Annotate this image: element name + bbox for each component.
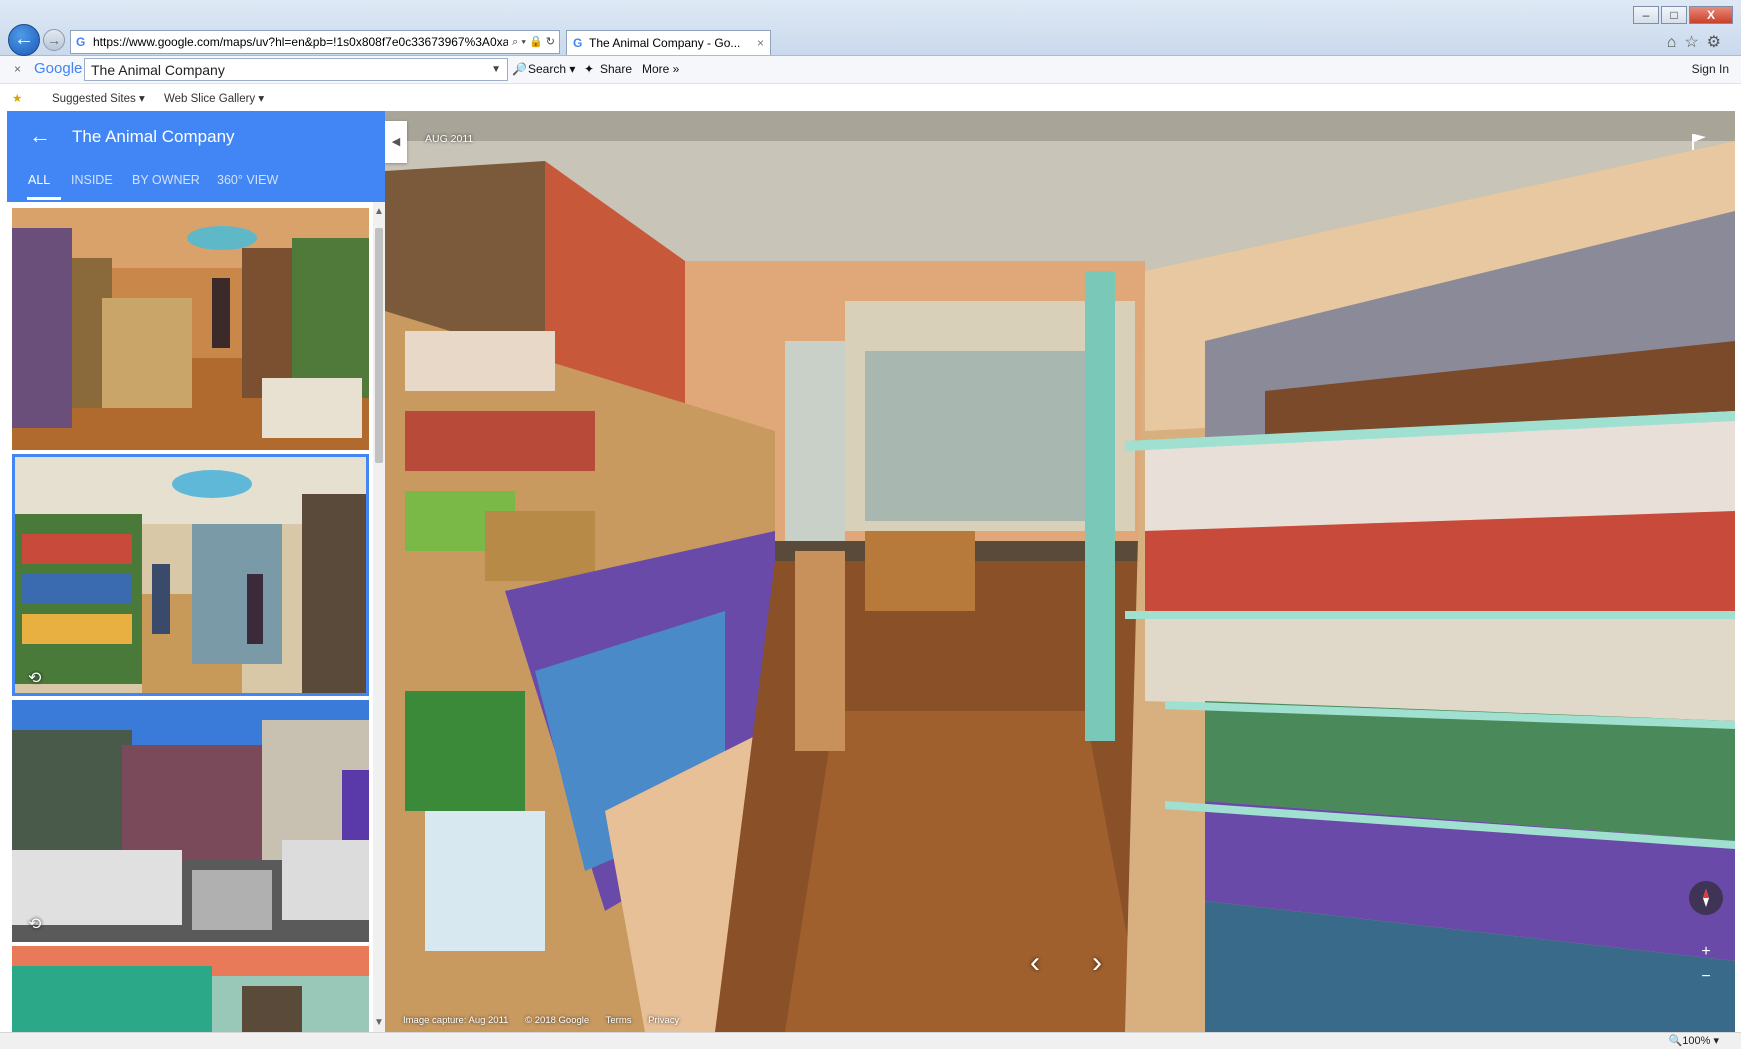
active-tab-indicator	[27, 197, 61, 200]
pet-store-interior-image	[385, 111, 1735, 1032]
toolbar-share-button[interactable]: Share	[600, 62, 632, 76]
compass-needle-icon	[1703, 889, 1709, 907]
gallery-scrollbar[interactable]: ▲ ▼	[373, 202, 385, 1032]
previous-photo-arrow[interactable]: ‹	[1015, 941, 1055, 985]
scroll-down-icon[interactable]: ▼	[373, 1017, 385, 1028]
window-controls: – □ X	[1631, 6, 1733, 24]
browser-right-icons: ⌂☆⚙	[1667, 32, 1729, 52]
photo-thumbnail-selected[interactable]: ⟲	[12, 454, 369, 696]
360-pano-icon: ⟲	[28, 670, 42, 687]
photo-thumbnail[interactable]	[12, 208, 369, 450]
privacy-link[interactable]: Privacy	[648, 1015, 679, 1026]
minimize-button[interactable]: –	[1633, 6, 1659, 24]
photo-thumbnail[interactable]: ⟲	[12, 700, 369, 942]
favorites-bar: ★ Suggested Sites ▾ Web Slice Gallery ▾	[0, 84, 1741, 111]
collapse-panel-button[interactable]: ◀	[385, 121, 407, 163]
google-favicon-icon: G	[573, 36, 583, 50]
google-favicon-icon: G	[76, 35, 86, 49]
address-bar-icons[interactable]: ⌕ ▾ 🔒 ↻	[508, 31, 555, 53]
store-sign-photo	[12, 946, 369, 1032]
suggested-sites-link[interactable]: Suggested Sites ▾	[52, 91, 145, 105]
title-bar: – □ X ← → G https://www.google.com/maps/…	[0, 0, 1741, 56]
favorites-star-icon[interactable]: ★	[12, 91, 22, 105]
search-icon: 🔎	[512, 62, 527, 76]
street-view-panorama[interactable]: ◀ AUG 2011 ‹ › + − Image capture: Aug 20…	[385, 111, 1735, 1032]
address-url: https://www.google.com/maps/uv?hl=en&pb=…	[93, 35, 546, 49]
tab-360-view[interactable]: 360° VIEW	[217, 173, 278, 187]
favorites-star-icon[interactable]: ☆	[1684, 34, 1706, 51]
scrollbar-thumb[interactable]	[375, 228, 383, 463]
copyright-text: © 2018 Google	[525, 1015, 590, 1026]
share-icon: ✦	[584, 62, 595, 76]
tab-close-icon[interactable]: ×	[757, 31, 764, 55]
scroll-up-icon[interactable]: ▲	[373, 206, 385, 217]
toolbar-query-text: The Animal Company	[91, 62, 225, 78]
toolbar-search-button[interactable]: Search ▾	[528, 62, 575, 76]
back-arrow-icon[interactable]: ←	[29, 123, 51, 149]
zoom-in-button[interactable]: +	[1697, 943, 1715, 961]
maximize-button[interactable]: □	[1661, 6, 1687, 24]
photo-gallery: ⟲ ⟲ ▲ ▼	[7, 202, 385, 1032]
address-bar[interactable]: G https://www.google.com/maps/uv?hl=en&p…	[70, 30, 560, 54]
photo-navigation: ‹ ›	[1005, 941, 1125, 985]
browser-window: – □ X ← → G https://www.google.com/maps/…	[0, 0, 1741, 1049]
google-logo: Google	[34, 60, 83, 77]
browser-tab[interactable]: G The Animal Company - Go... ×	[566, 30, 771, 55]
home-icon[interactable]: ⌂	[1667, 34, 1685, 51]
tab-title: The Animal Company - Go...	[589, 36, 741, 50]
next-photo-arrow[interactable]: ›	[1077, 941, 1117, 985]
back-button[interactable]: ←	[8, 24, 40, 56]
terms-link[interactable]: Terms	[606, 1015, 632, 1026]
toolbar-more-button[interactable]: More »	[642, 62, 679, 76]
close-window-button[interactable]: X	[1689, 6, 1733, 24]
sign-in-link[interactable]: Sign In	[1692, 62, 1729, 76]
status-bar: 🔍100% ▾	[0, 1032, 1741, 1049]
store-interior-360-photo	[12, 454, 369, 696]
tab-all[interactable]: ALL	[28, 173, 50, 187]
place-title: The Animal Company	[72, 127, 235, 146]
photos-panel-header: ← The Animal Company ALL INSIDE BY OWNER…	[7, 111, 385, 202]
compass-icon[interactable]	[1689, 881, 1723, 915]
query-dropdown-icon[interactable]: ▼	[491, 59, 501, 81]
image-capture-text: Image capture: Aug 2011	[403, 1015, 509, 1026]
storefront-street-photo	[12, 700, 369, 942]
photo-thumbnail[interactable]	[12, 946, 369, 1032]
attribution-footer: Image capture: Aug 2011 © 2018 Google Te…	[403, 1015, 693, 1026]
toolbar-search-input[interactable]: The Animal Company ▼	[84, 58, 508, 81]
tab-by-owner[interactable]: BY OWNER	[132, 173, 200, 187]
360-pano-icon: ⟲	[28, 916, 42, 933]
store-interior-photo	[12, 208, 369, 450]
settings-gear-icon[interactable]: ⚙	[1707, 34, 1729, 51]
tab-inside[interactable]: INSIDE	[71, 173, 113, 187]
report-flag-icon[interactable]	[1691, 133, 1707, 151]
web-slice-gallery-link[interactable]: Web Slice Gallery ▾	[164, 91, 264, 105]
toolbar-close-icon[interactable]: ×	[14, 62, 21, 76]
zoom-level[interactable]: 🔍100% ▾	[1669, 1034, 1719, 1047]
forward-button[interactable]: →	[43, 29, 65, 51]
google-toolbar: × Google The Animal Company ▼ 🔎 Search ▾…	[0, 56, 1741, 84]
zoom-out-button[interactable]: −	[1697, 968, 1715, 986]
capture-date: AUG 2011	[425, 133, 474, 145]
